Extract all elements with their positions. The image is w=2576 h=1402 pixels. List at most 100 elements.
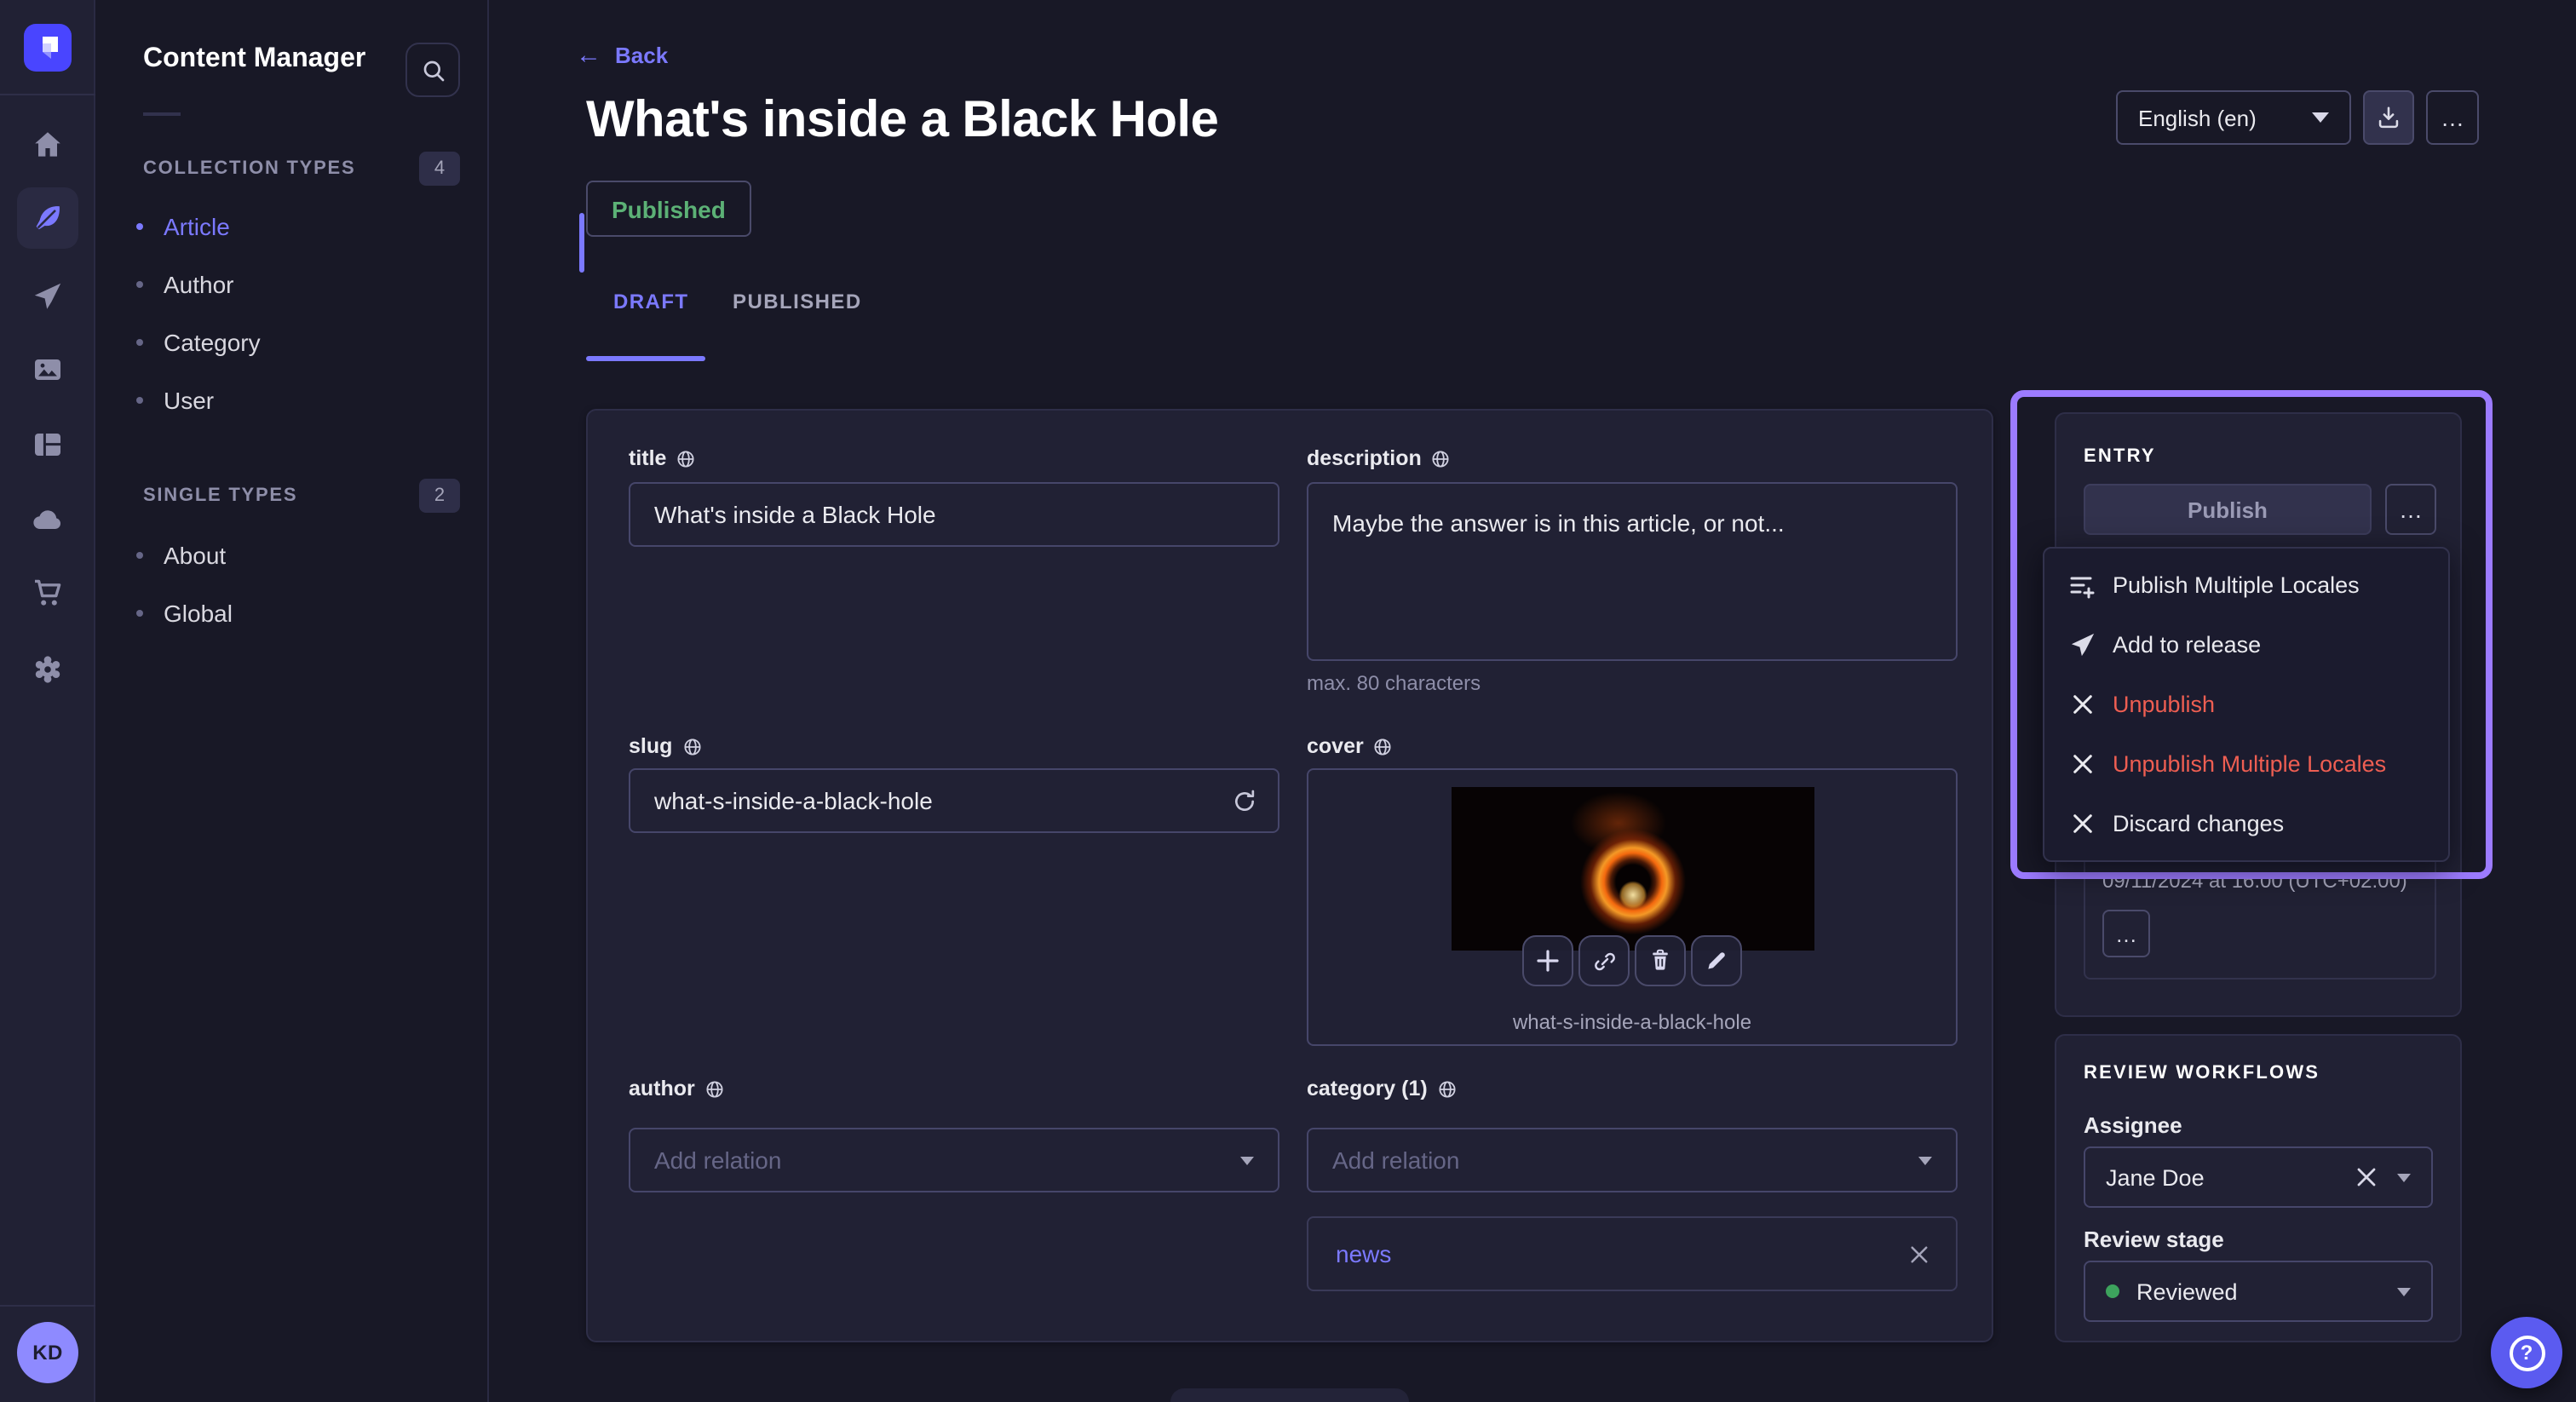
scheduled-date: 09/11/2024 at 16:00 (UTC+02:00) [2102, 869, 2407, 893]
menu-item-unpublish-multiple-locales[interactable]: Unpublish Multiple Locales [2044, 734, 2448, 794]
tab-published[interactable]: PUBLISHED [733, 290, 862, 313]
collection-types-header: COLLECTION TYPES 4 [143, 150, 460, 187]
stage-status-dot [2106, 1284, 2119, 1298]
globe-locale-icon [676, 449, 695, 468]
sidebar-item-label: User [164, 387, 214, 414]
label-text: category (1) [1307, 1077, 1428, 1100]
entry-heading: ENTRY [2084, 446, 2156, 467]
title-input[interactable] [629, 482, 1279, 547]
assignee-label: Assignee [2084, 1112, 2182, 1138]
label-text: description [1307, 446, 1422, 470]
strapi-logo[interactable] [24, 24, 72, 72]
section-count-badge: 2 [419, 479, 460, 513]
relation-link[interactable]: news [1336, 1240, 1391, 1267]
publish-button[interactable]: Publish [2084, 484, 2372, 535]
tab-draft[interactable]: DRAFT [613, 290, 689, 313]
add-media-button[interactable] [1522, 935, 1573, 986]
globe-locale-icon [1374, 737, 1393, 756]
slug-input[interactable]: what-s-inside-a-black-hole [629, 768, 1279, 833]
cover-media-field: what-s-inside-a-black-hole [1307, 768, 1958, 1046]
edit-media-button[interactable] [1691, 935, 1742, 986]
sidebar-item-article[interactable]: Article [95, 198, 487, 256]
media-library-icon[interactable] [0, 339, 95, 400]
publish-row: Publish … [2084, 484, 2436, 535]
menu-item-label: Unpublish Multiple Locales [2113, 751, 2386, 777]
copy-link-button[interactable] [1578, 935, 1630, 986]
slug-field-label: slug [629, 734, 701, 758]
sidebar-item-author[interactable]: Author [95, 256, 487, 313]
sidebar-item-label: About [164, 542, 226, 569]
content-manager-icon[interactable] [17, 187, 78, 249]
rail-divider [0, 94, 95, 95]
export-download-button[interactable] [2363, 90, 2414, 145]
status-badge: Published [586, 181, 751, 237]
category-relation-select[interactable]: Add relation [1307, 1128, 1958, 1192]
remove-relation-icon[interactable] [1910, 1244, 1929, 1263]
cross-icon [2068, 813, 2096, 835]
review-workflows-heading: REVIEW WORKFLOWS [2084, 1063, 2320, 1083]
back-arrow-icon: ← [576, 43, 601, 68]
info-more-button[interactable]: … [2102, 910, 2150, 957]
chevron-down-icon [1240, 1156, 1254, 1164]
stage-value: Reviewed [2136, 1278, 2238, 1304]
cover-image-black-hole [1452, 787, 1814, 951]
clear-assignee-icon[interactable] [2356, 1167, 2377, 1187]
search-icon [420, 57, 446, 83]
menu-item-publish-multiple-locales[interactable]: Publish Multiple Locales [2044, 555, 2448, 615]
subnav-title: Content Manager [143, 44, 365, 75]
menu-item-add-to-release[interactable]: Add to release [2044, 615, 2448, 675]
cloud-icon[interactable] [0, 489, 95, 550]
settings-gear-icon[interactable] [0, 639, 95, 700]
delete-media-button[interactable] [1635, 935, 1686, 986]
globe-locale-icon [705, 1079, 724, 1098]
chevron-down-icon [2312, 112, 2329, 123]
sidebar-item-global[interactable]: Global [95, 584, 487, 642]
slug-value: what-s-inside-a-black-hole [654, 787, 933, 814]
releases-icon[interactable] [0, 266, 95, 327]
search-button[interactable] [405, 43, 460, 97]
bullet-icon [136, 610, 143, 617]
content-type-builder-icon[interactable] [0, 414, 95, 475]
entry-more-button[interactable]: … [2385, 484, 2436, 535]
marketplace-cart-icon[interactable] [0, 562, 95, 623]
sidebar-item-category[interactable]: Category [95, 313, 487, 371]
content-manager-subnav: Content Manager COLLECTION TYPES 4 Artic… [95, 0, 489, 1402]
back-link[interactable]: ← Back [576, 43, 668, 68]
bullet-icon [136, 397, 143, 404]
label-text: cover [1307, 734, 1364, 758]
review-stage-select[interactable]: Reviewed [2084, 1261, 2433, 1322]
regenerate-slug-icon[interactable] [1232, 788, 1257, 813]
description-textarea[interactable]: Maybe the answer is in this article, or … [1307, 482, 1958, 661]
trash-icon [1648, 949, 1672, 973]
collapsed-panel-edge [1170, 1388, 1409, 1402]
paper-plane-icon [2068, 632, 2096, 658]
locale-select[interactable]: English (en) [2116, 90, 2351, 145]
menu-item-discard-changes[interactable]: Discard changes [2044, 794, 2448, 853]
help-button[interactable]: ? [2491, 1317, 2562, 1388]
chevron-down-icon [2397, 1173, 2411, 1181]
user-avatar[interactable]: KD [17, 1322, 78, 1383]
cover-field-label: cover [1307, 734, 1393, 758]
section-label: COLLECTION TYPES [143, 158, 355, 179]
active-tab-underline [586, 356, 705, 361]
header-more-button[interactable]: … [2426, 90, 2479, 145]
bullet-icon [136, 552, 143, 559]
cross-icon [2068, 693, 2096, 715]
cross-icon [2068, 753, 2096, 775]
sidebar-item-user[interactable]: User [95, 371, 487, 429]
label-text: title [629, 446, 666, 470]
sidebar-item-label: Global [164, 600, 233, 627]
title-field-label: title [629, 446, 695, 470]
main-nav-rail: KD [0, 0, 95, 1402]
single-types-header: SINGLE TYPES 2 [143, 477, 460, 514]
bullet-icon [136, 339, 143, 346]
sidebar-item-about[interactable]: About [95, 526, 487, 584]
link-icon [1591, 948, 1617, 974]
menu-item-unpublish[interactable]: Unpublish [2044, 675, 2448, 734]
active-item-indicator [579, 213, 584, 273]
home-icon[interactable] [0, 114, 95, 175]
question-mark-icon: ? [2509, 1335, 2544, 1370]
author-relation-select[interactable]: Add relation [629, 1128, 1279, 1192]
bullet-icon [136, 223, 143, 230]
assignee-select[interactable]: Jane Doe [2084, 1146, 2433, 1208]
